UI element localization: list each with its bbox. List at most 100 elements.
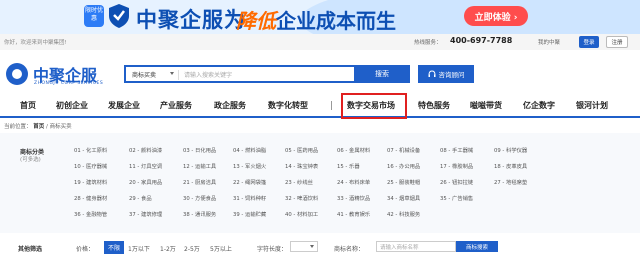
category-item[interactable]: 35 - 广告销售 xyxy=(440,194,473,202)
name-label: 商标名称： xyxy=(334,246,365,253)
category-item[interactable]: 30 - 方便食品 xyxy=(183,194,216,202)
breadcrumb-sep: / xyxy=(46,124,48,130)
price-option-2-5w[interactable]: 2-5万 xyxy=(184,244,200,253)
breadcrumb-home[interactable]: 首页 xyxy=(33,124,44,130)
register-button[interactable]: 注册 xyxy=(606,36,628,48)
price-option-under-1w[interactable]: 1万以下 xyxy=(128,244,150,253)
banner-slogan-text: 企业成本而生 xyxy=(276,9,396,33)
price-option-over-5w[interactable]: 5万以上 xyxy=(210,244,232,253)
category-item[interactable]: 16 - 办公用品 xyxy=(387,162,420,170)
category-item[interactable]: 29 - 食品 xyxy=(129,194,152,202)
breadcrumb-prefix: 当前位置： xyxy=(4,124,32,130)
search-input[interactable]: 请输入搜索关键字 xyxy=(184,70,232,79)
category-item[interactable]: 34 - 烟草烟具 xyxy=(387,194,420,202)
trademark-search-button[interactable]: 商标搜索 xyxy=(456,241,498,252)
category-item[interactable]: 40 - 材料加工 xyxy=(285,210,318,218)
length-label: 字符长度： xyxy=(257,246,288,253)
promo-banner[interactable]: 限时优惠 中聚企服为 降低企业成本而生 立即体验 › xyxy=(0,0,640,34)
category-item[interactable]: 27 - 地毯席垫 xyxy=(494,178,527,186)
price-label: 价格： xyxy=(76,246,95,253)
category-item[interactable]: 22 - 绳网袋篷 xyxy=(233,178,266,186)
nav-item-industry[interactable]: 产业服务 xyxy=(160,100,192,111)
login-button[interactable]: 登录 xyxy=(579,36,599,48)
chevron-down-icon xyxy=(310,245,314,248)
category-item[interactable]: 10 - 医疗器械 xyxy=(74,162,107,170)
hotline-label: 热线服务： xyxy=(414,40,442,46)
logo-emblem-icon xyxy=(6,63,28,85)
site-logo[interactable]: 中聚企服 ZHONGJU CORP SERVICES xyxy=(6,62,106,88)
breadcrumb-current: 商标买卖 xyxy=(49,124,72,130)
category-item[interactable]: 20 - 家具用品 xyxy=(129,178,162,186)
breadcrumb: 当前位置： 首页 / 商标买卖 xyxy=(4,122,72,130)
nav-highlight-box xyxy=(341,93,407,119)
category-item[interactable]: 15 - 乐器 xyxy=(337,162,360,170)
category-item[interactable]: 05 - 医药用品 xyxy=(285,146,318,154)
banner-slogan: 降低企业成本而生 xyxy=(236,5,396,34)
trademark-name-input[interactable]: 请输入商标名称 xyxy=(376,241,456,252)
category-item[interactable]: 07 - 机械设备 xyxy=(387,146,420,154)
category-item[interactable]: 21 - 厨房洁具 xyxy=(183,178,216,186)
category-item[interactable]: 14 - 珠宝钟表 xyxy=(285,162,318,170)
category-item[interactable]: 17 - 橡胶制品 xyxy=(440,162,473,170)
category-item[interactable]: 12 - 运输工具 xyxy=(183,162,216,170)
category-item[interactable]: 31 - 饲料种籽 xyxy=(233,194,266,202)
try-now-button[interactable]: 立即体验 › xyxy=(464,6,528,26)
price-option-1-2w[interactable]: 1-2万 xyxy=(160,244,176,253)
category-item[interactable]: 13 - 军火烟火 xyxy=(233,162,266,170)
nav-item-yiqi-digital[interactable]: 亿企数字 xyxy=(523,100,555,111)
length-select[interactable] xyxy=(290,241,318,252)
logo-english-name: ZHONGJU CORP SERVICES xyxy=(34,81,104,86)
chevron-down-icon xyxy=(170,72,174,75)
banner-slogan-highlight: 降低 xyxy=(236,9,276,33)
promo-badge: 限时优惠 xyxy=(84,5,104,27)
category-item[interactable]: 24 - 布料床单 xyxy=(337,178,370,186)
nav-item-digital-transform[interactable]: 数字化转型 xyxy=(268,100,308,111)
nav-separator xyxy=(331,101,332,110)
nav-item-startup[interactable]: 初创企业 xyxy=(56,100,88,111)
nav-item-home[interactable]: 首页 xyxy=(20,100,36,111)
category-item[interactable]: 08 - 手工器械 xyxy=(440,146,473,154)
category-item[interactable]: 23 - 纱线丝 xyxy=(285,178,313,186)
category-item[interactable]: 19 - 建筑材料 xyxy=(74,178,107,186)
nav-item-growth[interactable]: 发展企业 xyxy=(108,100,140,111)
category-item[interactable]: 06 - 金属材料 xyxy=(337,146,370,154)
search-type-select[interactable]: 商标买卖 xyxy=(132,70,156,79)
category-item[interactable]: 37 - 建筑修理 xyxy=(129,210,162,218)
filter-title: 其他筛选 xyxy=(18,246,43,253)
nav-item-galaxy-plan[interactable]: 银河计划 xyxy=(576,100,608,111)
search-bar: 商标买卖 请输入搜索关键字 搜索 xyxy=(124,65,410,83)
category-item[interactable]: 03 - 日化用品 xyxy=(183,146,216,154)
category-item[interactable]: 41 - 教育娱乐 xyxy=(337,210,370,218)
category-item[interactable]: 39 - 运输贮藏 xyxy=(233,210,266,218)
category-item[interactable]: 33 - 酒精饮品 xyxy=(337,194,370,202)
main-nav: 首页 初创企业 发展企业 产业服务 政企服务 数字化转型 数字交易市场 特色服务… xyxy=(0,94,640,118)
category-item[interactable]: 38 - 通讯服务 xyxy=(183,210,216,218)
search-divider xyxy=(178,70,179,80)
banner-brand: 中聚企服为 xyxy=(136,8,246,32)
category-item[interactable]: 28 - 健身器材 xyxy=(74,194,107,202)
consult-advisor-label: 咨询顾问 xyxy=(438,71,465,79)
category-item[interactable]: 42 - 科技服务 xyxy=(387,210,420,218)
headset-icon xyxy=(428,70,435,77)
category-item[interactable]: 26 - 钮扣拉链 xyxy=(440,178,473,186)
category-item[interactable]: 11 - 灯具空调 xyxy=(129,162,162,170)
category-item[interactable]: 04 - 燃料油脂 xyxy=(233,146,266,154)
category-item[interactable]: 01 - 化工原料 xyxy=(74,146,107,154)
my-account-link[interactable]: 我的中聚 xyxy=(538,38,560,46)
category-item[interactable]: 32 - 啤酒饮料 xyxy=(285,194,318,202)
nav-item-special[interactable]: 特色服务 xyxy=(418,100,450,111)
price-option-any[interactable]: 不限 xyxy=(104,241,125,254)
shield-logo-icon xyxy=(109,4,129,28)
category-item[interactable]: 02 - 颜料油漆 xyxy=(129,146,162,154)
category-item[interactable]: 25 - 服装鞋帽 xyxy=(387,178,420,186)
nav-item-government[interactable]: 政企服务 xyxy=(214,100,246,111)
search-button[interactable]: 搜索 xyxy=(354,65,410,83)
category-sublabel: (可多选) xyxy=(20,157,41,163)
category-item[interactable]: 18 - 皮革皮具 xyxy=(494,162,527,170)
hotline-number: 400-697-7788 xyxy=(450,36,513,45)
category-item[interactable]: 36 - 金融物管 xyxy=(74,210,107,218)
consult-advisor-button[interactable]: 咨询顾问 xyxy=(418,65,474,83)
filter-bar: 其他筛选 价格： 不限 1万以下 1-2万 2-5万 5万以上 字符长度： 商标… xyxy=(0,240,640,260)
category-item[interactable]: 09 - 科学仪器 xyxy=(494,146,527,154)
nav-item-live-selling[interactable]: 嗞嗞带货 xyxy=(470,100,502,111)
